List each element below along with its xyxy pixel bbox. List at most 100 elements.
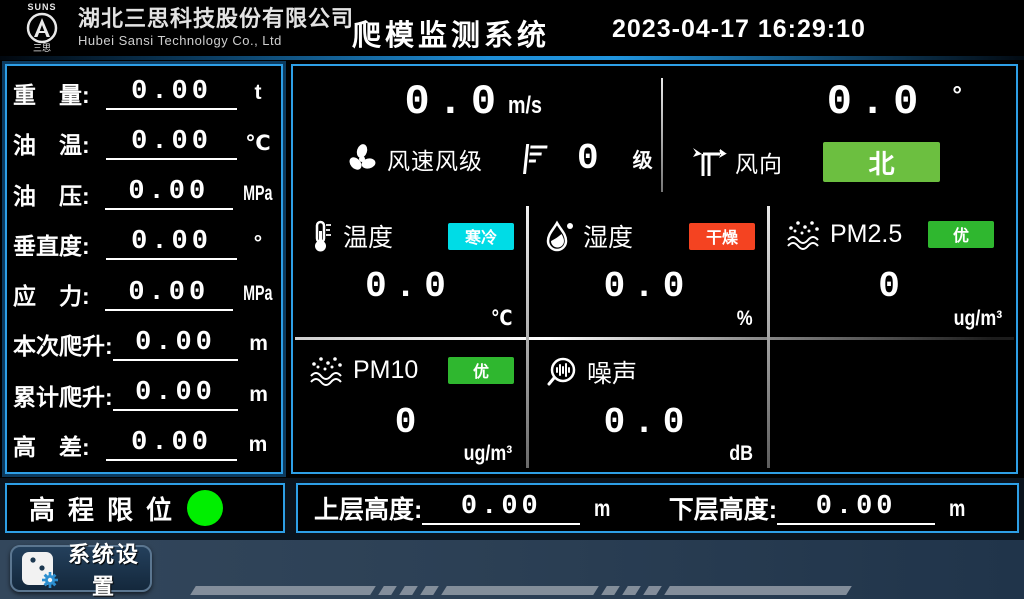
env-cell-empty	[770, 340, 1016, 472]
wind-direction-line: 风向 北	[663, 142, 1016, 182]
monitoring-screen: SUNS 三思 湖北三思科技股份有限公司 Hubei Sansi Technol…	[0, 0, 1024, 599]
hydraulic-metrics-panel: 重 量: 0.00 t 油 温: 0.00 ℃ 油 压: 0.00 MPa 垂直…	[5, 64, 283, 474]
wind-level-line: 风速风级 0 级	[293, 138, 661, 179]
header: SUNS 三思 湖北三思科技股份有限公司 Hubei Sansi Technol…	[0, 0, 1024, 56]
metric-label: 累计爬升:	[13, 378, 113, 412]
metric-row-stress: 应 力: 0.00 MPa	[13, 269, 275, 319]
metric-value: 0.00	[113, 378, 239, 411]
upper-height-value: 0.00	[422, 492, 580, 525]
footer-bar: 系统设置	[0, 540, 1024, 599]
footer-decoration	[193, 586, 849, 595]
noise-icon	[545, 355, 579, 389]
wind-speed-unit: m/s	[508, 92, 542, 120]
cell-label: 湿度	[583, 218, 633, 254]
cell-label: PM10	[353, 356, 418, 385]
cell-value: 0.0	[529, 402, 767, 443]
metric-unit: ℃	[241, 131, 275, 156]
logo-top-text: SUNS	[8, 3, 76, 12]
wind-level-value: 0	[577, 138, 599, 179]
environment-panel: 0.0 m/s 风速风级	[291, 64, 1018, 474]
wind-speed-value: 0.0	[405, 80, 505, 124]
wind-speed-section: 0.0 m/s 风速风级	[293, 66, 661, 204]
cell-value: 0.0	[293, 266, 526, 307]
company-logo: SUNS 三思	[8, 1, 76, 55]
humidity-status-badge: 干燥	[689, 223, 755, 250]
cell-label: 噪声	[587, 354, 637, 390]
wind-direction-button[interactable]: 北	[823, 142, 940, 182]
company-name: 湖北三思科技股份有限公司 Hubei Sansi Technology Co.,…	[78, 6, 354, 49]
upper-height-field: 上层高度: 0.00 m	[314, 490, 613, 526]
page-title: 爬模监测系统	[352, 12, 550, 54]
metric-unit: MPa	[243, 182, 269, 206]
cell-label: 温度	[343, 218, 393, 254]
fan-icon	[345, 142, 379, 176]
metric-unit: m	[242, 383, 275, 407]
cell-header: 湿度 干燥	[529, 204, 767, 254]
datetime-display: 2023-04-17 16:29:10	[612, 15, 866, 44]
temperature-cell: 温度 寒冷 0.0 ℃	[293, 204, 526, 337]
metric-row-height-diff: 高 差: 0.00 m	[13, 420, 275, 470]
elevation-limit-label: 高程限位	[29, 490, 185, 527]
logo-mark-icon	[26, 12, 58, 44]
company-name-en: Hubei Sansi Technology Co., Ltd	[78, 32, 354, 49]
thermometer-icon	[309, 219, 335, 253]
metric-value: 0.00	[106, 127, 237, 160]
humidity-drop-icon	[545, 219, 575, 253]
metric-value: 0.00	[105, 177, 233, 210]
metric-label: 垂直度:	[13, 227, 106, 261]
bottom-status-row: 高程限位 上层高度: 0.00 m 下层高度: 0.00 m	[0, 478, 1024, 540]
cell-unit: %	[737, 307, 753, 331]
lower-height-unit: m	[949, 495, 965, 522]
lower-height-field: 下层高度: 0.00 m	[669, 490, 968, 526]
cell-unit: ug/m³	[463, 442, 512, 466]
elevation-limit-box: 高程限位	[5, 483, 285, 533]
cell-label: PM2.5	[830, 220, 902, 249]
wind-direction-label: 风向	[735, 145, 783, 179]
cell-header: PM2.5 优	[770, 204, 1016, 250]
metric-unit: MPa	[243, 282, 269, 306]
metric-row-total-climb: 累计爬升: 0.00 m	[13, 370, 275, 420]
wind-direction-unit: °	[952, 82, 962, 110]
metric-label: 油 压:	[13, 177, 105, 211]
metric-label: 本次爬升:	[13, 327, 113, 361]
metric-row-verticality: 垂直度: 0.00 °	[13, 219, 275, 269]
layer-height-box: 上层高度: 0.00 m 下层高度: 0.00 m	[296, 483, 1019, 533]
upper-height-unit: m	[594, 495, 610, 522]
pm10-status-badge: 优	[448, 357, 514, 384]
dust-icon	[786, 218, 822, 250]
noise-cell: 噪声 0.0 dB	[529, 340, 767, 472]
settings-sliders-icon	[20, 549, 58, 589]
cell-unit: ℃	[490, 306, 512, 331]
cell-value: 0	[293, 402, 526, 443]
upper-height-label: 上层高度:	[314, 490, 422, 526]
system-settings-button[interactable]: 系统设置	[10, 545, 152, 592]
metric-label: 重 量:	[13, 76, 106, 110]
metric-value: 0.00	[105, 278, 233, 311]
metric-unit: °	[241, 232, 275, 256]
wind-vane-icon	[689, 144, 729, 180]
settings-button-label: 系统设置	[66, 537, 142, 599]
company-name-cn: 湖北三思科技股份有限公司	[78, 6, 354, 32]
temperature-status-badge: 寒冷	[448, 223, 514, 250]
metric-row-current-climb: 本次爬升: 0.00 m	[13, 319, 275, 369]
wind-speed-label: 风速风级	[387, 142, 483, 176]
metric-unit: m	[242, 332, 275, 356]
cell-header: 温度 寒冷	[293, 204, 526, 254]
wind-speed-value-line: 0.0 m/s	[293, 80, 661, 124]
metric-value: 0.00	[106, 227, 237, 260]
cell-header: PM10 优	[293, 340, 526, 386]
pm10-cell: PM10 优 0 ug/m³	[293, 340, 526, 472]
wind-direction-section: 0.0 ° 风向 北	[663, 66, 1016, 204]
pm25-status-badge: 优	[928, 221, 994, 248]
lower-height-value: 0.00	[777, 492, 935, 525]
metric-row-weight: 重 量: 0.00 t	[13, 68, 275, 118]
humidity-cell: 湿度 干燥 0.0 %	[529, 204, 767, 337]
wind-level-flag-icon	[521, 141, 551, 177]
lower-height-label: 下层高度:	[669, 490, 777, 526]
wind-level-unit: 级	[633, 144, 653, 173]
logo-bottom-text: 三思	[8, 44, 76, 53]
header-divider	[0, 56, 1024, 60]
metric-value: 0.00	[106, 77, 237, 110]
cell-value: 0	[770, 266, 1016, 307]
metric-label: 高 差:	[13, 428, 106, 462]
